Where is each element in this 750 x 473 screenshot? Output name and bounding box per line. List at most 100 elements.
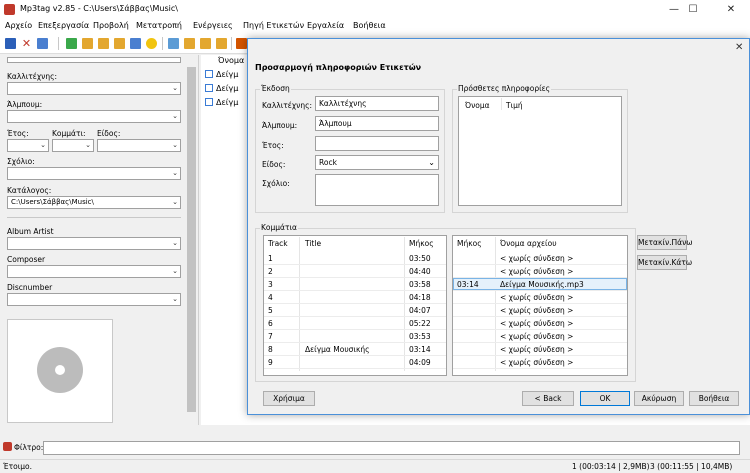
track-length[interactable]: 03:58 — [409, 280, 431, 289]
menu-tools[interactable]: Εργαλεία — [307, 21, 344, 30]
cancel-button[interactable]: Ακύρωση — [634, 391, 684, 406]
artist-combo[interactable]: ⌄ — [7, 82, 181, 95]
save-icon[interactable] — [5, 38, 16, 49]
track-number[interactable]: 7 — [268, 332, 273, 341]
tracks-col-track[interactable]: Track — [268, 239, 288, 248]
track-length[interactable]: 04:09 — [409, 358, 431, 367]
audio-file-icon — [205, 98, 213, 106]
files-col-length[interactable]: Μήκος — [457, 239, 482, 248]
move-up-button[interactable]: Μετακίν.Πάνω — [637, 235, 693, 250]
track-number[interactable]: 5 — [268, 306, 273, 315]
favorite-star-icon[interactable] — [146, 38, 157, 49]
menu-convert[interactable]: Μετατροπή — [136, 21, 182, 30]
menu-edit[interactable]: Επεξεργασία — [38, 21, 89, 30]
text-file-icon[interactable] — [114, 38, 125, 49]
freedb-icon[interactable] — [236, 38, 247, 49]
filter-input[interactable] — [43, 441, 740, 455]
track-length[interactable]: 04:40 — [409, 267, 431, 276]
useful-button[interactable]: Χρήσιμα — [263, 391, 315, 406]
folder-icon[interactable] — [216, 38, 227, 49]
top-combo[interactable] — [7, 57, 181, 63]
file-name[interactable]: < χωρίς σύνδεση > — [500, 319, 573, 328]
menu-help[interactable]: Βοήθεια — [353, 21, 386, 30]
track-number[interactable]: 4 — [268, 293, 273, 302]
dlg-artist-input[interactable]: Καλλιτέχνης — [315, 96, 439, 111]
back-button[interactable]: < Back — [522, 391, 574, 406]
file-name[interactable]: < χωρίς σύνδεση > — [500, 293, 573, 302]
tag-from-tag-icon[interactable] — [98, 38, 109, 49]
track-combo[interactable]: ⌄ — [52, 139, 94, 152]
menu-actions[interactable]: Ενέργειες — [193, 21, 233, 30]
row-divider — [264, 329, 446, 330]
file-name[interactable]: < χωρίς σύνδεση > — [500, 306, 573, 315]
panel-scrollbar-thumb[interactable] — [187, 67, 196, 412]
chevron-down-icon: ⌄ — [172, 295, 178, 303]
track-length[interactable]: 03:14 — [409, 345, 431, 354]
comment-combo[interactable]: ⌄ — [7, 167, 181, 180]
toolbar-separator — [58, 37, 59, 50]
comment-label: Σχόλιο: — [7, 157, 35, 166]
file-list-header-name[interactable]: Όνομα — [218, 56, 244, 65]
file-name[interactable]: < χωρίς σύνδεση > — [500, 345, 573, 354]
remove-tag-icon[interactable]: ✕ — [21, 38, 32, 49]
track-title[interactable]: Δείγμα Μουσικής — [305, 345, 370, 354]
genre-combo[interactable]: ⌄ — [97, 139, 181, 152]
folder-add-icon[interactable] — [200, 38, 211, 49]
file-name[interactable]: < χωρίς σύνδεση > — [500, 267, 573, 276]
help-button[interactable]: Βοήθεια — [689, 391, 739, 406]
dlg-year-input[interactable] — [315, 136, 439, 151]
dlg-comment-input[interactable] — [315, 174, 439, 206]
track-number[interactable]: 3 — [268, 280, 273, 289]
file-row[interactable]: Δείγμ — [205, 98, 238, 107]
directory-combo[interactable]: C:\Users\Σάββας\Music\ ⌄ — [7, 196, 181, 209]
file-name[interactable]: < χωρίς σύνδεση > — [500, 254, 573, 263]
track-number[interactable]: 8 — [268, 345, 273, 354]
menu-file[interactable]: Αρχείο — [5, 21, 32, 30]
folder-open-icon[interactable] — [184, 38, 195, 49]
tag-from-filename-icon[interactable] — [66, 38, 77, 49]
year-combo[interactable]: ⌄ — [7, 139, 49, 152]
app-icon — [4, 4, 15, 15]
maximize-button[interactable]: ☐ — [674, 0, 712, 19]
file-name[interactable]: < χωρίς σύνδεση > — [500, 332, 573, 341]
filename-from-tag-icon[interactable] — [82, 38, 93, 49]
move-down-button[interactable]: Μετακίν.Κάτω — [637, 255, 692, 270]
close-button[interactable]: ✕ — [712, 0, 750, 19]
tracks-col-title[interactable]: Title — [305, 239, 321, 248]
track-length[interactable]: 04:07 — [409, 306, 431, 315]
files-col-filename[interactable]: Όνομα αρχείου — [500, 239, 557, 248]
dlg-album-input[interactable]: Άλμπουμ — [315, 116, 439, 131]
track-length[interactable]: 03:50 — [409, 254, 431, 263]
track-length[interactable]: 03:53 — [409, 332, 431, 341]
album-combo[interactable]: ⌄ — [7, 110, 181, 123]
file-row[interactable]: Δείγμ — [205, 84, 238, 93]
file-row[interactable]: Δείγμ — [205, 70, 238, 79]
track-number[interactable]: 6 — [268, 319, 273, 328]
undo-icon[interactable] — [37, 38, 48, 49]
file-name[interactable]: Δείγμα Μουσικής.mp3 — [500, 280, 584, 289]
ok-button[interactable]: OK — [580, 391, 630, 406]
dialog-close-button[interactable]: ✕ — [735, 42, 743, 53]
extra-col-value[interactable]: Τιμή — [506, 101, 523, 110]
file-name[interactable]: < χωρίς σύνδεση > — [500, 358, 573, 367]
file-length[interactable]: 03:14 — [457, 280, 479, 289]
playlist-icon[interactable] — [168, 38, 179, 49]
album-artist-combo[interactable]: ⌄ — [7, 237, 181, 250]
file-list-hscrollbar[interactable] — [201, 425, 750, 437]
extra-col-name[interactable]: Όνομα — [465, 101, 490, 110]
menu-tag-sources[interactable]: Πηγή Ετικετών — [243, 21, 304, 30]
release-group-title: Έκδοση — [260, 84, 291, 93]
track-number[interactable]: 1 — [268, 254, 273, 263]
filter-label: Φίλτρο: — [14, 443, 44, 452]
tracks-col-length[interactable]: Μήκος — [409, 239, 434, 248]
composer-combo[interactable]: ⌄ — [7, 265, 181, 278]
track-length[interactable]: 05:22 — [409, 319, 431, 328]
track-length[interactable]: 04:18 — [409, 293, 431, 302]
menu-view[interactable]: Προβολή — [93, 21, 129, 30]
case-convert-icon[interactable] — [130, 38, 141, 49]
discnumber-combo[interactable]: ⌄ — [7, 293, 181, 306]
track-number[interactable]: 2 — [268, 267, 273, 276]
track-number[interactable]: 9 — [268, 358, 273, 367]
extra-info-list[interactable] — [458, 96, 622, 206]
dlg-genre-select[interactable]: Rock ⌄ — [315, 155, 439, 170]
